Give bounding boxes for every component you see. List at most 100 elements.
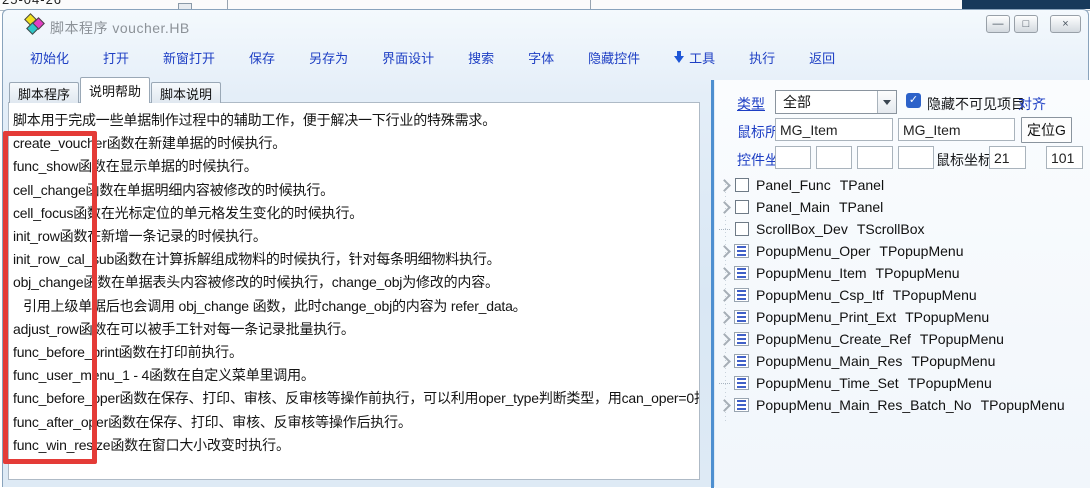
align-link[interactable]: 对齐 <box>1018 94 1046 114</box>
tree-item-PopupMenu_Item[interactable]: PopupMenu_Item TPopupMenu <box>715 262 1090 284</box>
toolbar-item-open[interactable]: 打开 <box>103 48 129 67</box>
help-text-line: cell_focus函数在光标定位的单元格发生变化的时候执行。 <box>13 202 693 225</box>
expand-chevron-icon[interactable] <box>719 335 734 344</box>
tree-item-Panel_Main[interactable]: Panel_Main TPanel <box>715 196 1090 218</box>
minimize-button[interactable]: — <box>986 15 1010 33</box>
toolbar-item-label: 另存为 <box>309 48 348 67</box>
help-text-line: func_win_resize函数在窗口大小改变时执行。 <box>13 434 693 457</box>
expand-chevron-icon[interactable] <box>719 401 734 410</box>
toolbar-item-ui-design[interactable]: 界面设计 <box>382 48 434 67</box>
expand-chevron-icon[interactable] <box>719 269 734 278</box>
toolbar-item-label: 保存 <box>249 48 275 67</box>
toolbar-item-save-as[interactable]: 另存为 <box>309 48 348 67</box>
expand-chevron-icon[interactable] <box>719 291 734 300</box>
help-text-line: func_user_menu_1 - 4函数在自定义菜单里调用。 <box>13 364 693 387</box>
expand-chevron-icon[interactable] <box>719 247 734 256</box>
toolbar-item-save[interactable]: 保存 <box>249 48 275 67</box>
type-label[interactable]: 类型 <box>737 94 765 114</box>
panel-checkbox-icon <box>735 178 749 192</box>
popup-menu-icon <box>734 266 749 280</box>
help-text-line: 脚本用于完成一些单据制作过程中的辅助工作，便于解决一下行业的特殊需求。 <box>13 109 693 132</box>
chevron-down-icon[interactable] <box>877 91 896 113</box>
mouse-in-input-2[interactable] <box>898 118 1015 141</box>
background-date-text: 25-04-26 <box>2 0 62 7</box>
toolbar-item-label: 执行 <box>749 48 775 67</box>
popup-menu-icon <box>734 288 749 302</box>
mouse-coord-y-input[interactable] <box>1046 146 1083 169</box>
toolbar-item-tools[interactable]: 工具 <box>674 48 715 67</box>
expand-chevron-icon[interactable] <box>719 313 734 322</box>
help-text-line: init_row函数在新增一条记录的时候执行。 <box>13 225 693 248</box>
control-inspector-panel: 类型 全部 ✓ 隐藏不可见项目 对齐 鼠标所在 定位G 控件坐标 鼠标坐标 Pa… <box>715 80 1090 488</box>
toolbar-item-back[interactable]: 返回 <box>809 48 835 67</box>
tree-item-name: Panel_Main <box>756 199 830 215</box>
tree-item-PopupMenu_Time_Set[interactable]: PopupMenu_Time_SetTPopupMenu <box>715 372 1090 394</box>
tree-connector <box>719 383 734 384</box>
popup-menu-icon <box>734 354 749 368</box>
expand-chevron-icon[interactable] <box>719 357 734 366</box>
tree-item-type: TPopupMenu <box>879 243 963 259</box>
control-coord-input-3[interactable] <box>857 146 893 169</box>
close-button[interactable]: × <box>1050 15 1081 33</box>
tab-bar: 脚本程序说明帮助脚本说明 <box>9 77 222 103</box>
help-text-line: init_row_cal_sub函数在计算拆解组成物料的时候执行，针对每条明细物… <box>13 248 693 271</box>
tree-item-PopupMenu_Main_Res_Batch_No[interactable]: PopupMenu_Main_Res_Batch_NoTPopupMenu <box>715 394 1090 416</box>
tree-item-name: PopupMenu_Item <box>756 265 867 281</box>
toolbar-item-hide-controls[interactable]: 隐藏控件 <box>588 48 640 67</box>
mouse-coord-label: 鼠标坐标 <box>936 150 992 170</box>
down-arrow-icon <box>674 51 684 63</box>
tab-help[interactable]: 说明帮助 <box>80 77 150 103</box>
toolbar-item-font[interactable]: 字体 <box>528 48 554 67</box>
popup-menu-icon <box>734 332 749 346</box>
mouse-in-input-1[interactable] <box>775 118 893 141</box>
control-coord-input-4[interactable] <box>898 146 934 169</box>
toolbar-item-init[interactable]: 初始化 <box>30 48 69 67</box>
tree-item-type: TPopupMenu <box>920 331 1004 347</box>
popup-menu-icon <box>734 244 749 258</box>
popup-menu-icon <box>734 310 749 324</box>
popup-menu-icon <box>734 376 749 390</box>
tree-item-type: TPopupMenu <box>876 265 960 281</box>
toolbar-item-search[interactable]: 搜索 <box>468 48 494 67</box>
locate-button[interactable]: 定位G <box>1021 117 1072 143</box>
toolbar-item-label: 工具 <box>689 48 715 67</box>
toolbar-item-label: 界面设计 <box>382 48 434 67</box>
control-coord-input-2[interactable] <box>816 146 852 169</box>
toolbar-item-label: 打开 <box>103 48 129 67</box>
tree-item-Panel_Func[interactable]: Panel_FuncTPanel <box>715 174 1090 196</box>
tree-item-PopupMenu_Oper[interactable]: PopupMenu_OperTPopupMenu <box>715 240 1090 262</box>
toolbar-item-label: 新窗打开 <box>163 48 215 67</box>
tree-item-type: TPopupMenu <box>893 287 977 303</box>
tab-script-program[interactable]: 脚本程序 <box>9 82 79 103</box>
control-tree: Panel_FuncTPanel Panel_Main TPanel ScrollBo… <box>715 174 1090 484</box>
tree-item-PopupMenu_Create_Ref[interactable]: PopupMenu_Create_Ref TPopupMenu <box>715 328 1090 350</box>
tree-item-ScrollBox_Dev[interactable]: ScrollBox_DevTScrollBox <box>715 218 1090 240</box>
tab-script-notes[interactable]: 脚本说明 <box>151 82 221 103</box>
expand-chevron-icon[interactable] <box>719 181 734 190</box>
help-text-area: 脚本用于完成一些单据制作过程中的辅助工作，便于解决一下行业的特殊需求。creat… <box>8 102 700 480</box>
tree-item-type: TPanel <box>840 177 884 193</box>
control-coord-input-1[interactable] <box>775 146 811 169</box>
help-text-line: adjust_row函数在可以被手工针对每一条记录批量执行。 <box>13 318 693 341</box>
tree-item-name: PopupMenu_Time_Set <box>756 375 899 391</box>
hide-invisible-checkbox[interactable]: ✓ <box>906 93 921 108</box>
expand-chevron-icon[interactable] <box>719 203 734 212</box>
tree-item-PopupMenu_Main_Res[interactable]: PopupMenu_Main_ResTPopupMenu <box>715 350 1090 372</box>
mouse-coord-x-input[interactable] <box>989 146 1026 169</box>
maximize-button[interactable]: □ <box>1014 15 1038 33</box>
app-icon <box>25 15 44 34</box>
tree-item-type: TScrollBox <box>857 221 925 237</box>
tree-item-PopupMenu_Print_Ext[interactable]: PopupMenu_Print_ExtTPopupMenu <box>715 306 1090 328</box>
tree-item-name: PopupMenu_Create_Ref <box>756 331 911 347</box>
tree-item-PopupMenu_Csp_Itf[interactable]: PopupMenu_Csp_ItfTPopupMenu <box>715 284 1090 306</box>
toolbar-item-open-new-window[interactable]: 新窗打开 <box>163 48 215 67</box>
tree-item-name: PopupMenu_Main_Res_Batch_No <box>756 397 972 413</box>
toolbar-item-run[interactable]: 执行 <box>749 48 775 67</box>
help-text-line: 引用上级单据后也会调用 obj_change 函数，此时change_obj的内… <box>13 295 693 318</box>
titlebar: 脚本程序 voucher.HB — □ × <box>3 10 1088 40</box>
tree-item-type: TPopupMenu <box>905 309 989 325</box>
type-select[interactable]: 全部 <box>775 90 897 114</box>
help-text-line: func_show函数在显示单据的时候执行。 <box>13 155 693 178</box>
script-editor-window: 脚本程序 voucher.HB — □ × 初始化 打开 新窗打开 保存 另存为 界面设计… <box>2 9 1089 487</box>
tree-item-type: TPanel <box>839 199 883 215</box>
